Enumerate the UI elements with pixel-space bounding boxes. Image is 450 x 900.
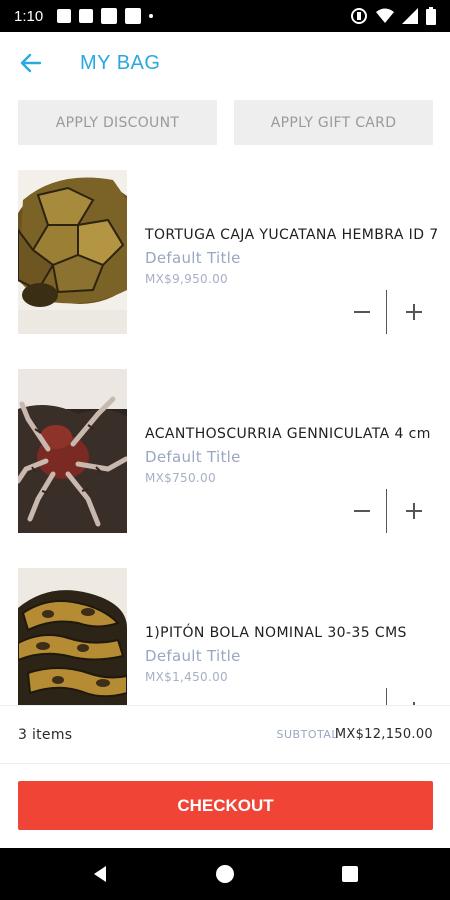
app-header: MY BAG	[0, 32, 450, 94]
nav-home-icon[interactable]	[213, 862, 237, 886]
cart-item: ACANTHOSCURRIA GENNICULATA 4 cm Default …	[0, 369, 450, 564]
apply-gift-card-button[interactable]: APPLY GIFT CARD	[234, 100, 433, 145]
minus-icon	[354, 311, 370, 313]
system-nav-bar	[0, 848, 450, 900]
plus-icon	[406, 304, 422, 320]
status-bar: 1:10	[0, 0, 450, 32]
app-notification-icon	[125, 8, 142, 24]
product-price: MX$9,950.00	[145, 272, 228, 286]
quantity-stepper	[345, 688, 433, 705]
image-notification-icon	[57, 9, 72, 23]
decrease-quantity-button[interactable]	[345, 489, 379, 533]
decrease-quantity-button[interactable]	[345, 688, 379, 705]
product-variant: Default Title	[145, 647, 241, 665]
product-name[interactable]: TORTUGA CAJA YUCATANA HEMBRA ID 7	[145, 227, 439, 243]
stepper-divider	[386, 290, 387, 334]
minus-icon	[354, 510, 370, 512]
product-image[interactable]	[18, 369, 127, 533]
product-name[interactable]: 1)PITÓN BOLA NOMINAL 30-35 CMS	[145, 625, 407, 641]
more-notifications-icon	[149, 14, 154, 18]
product-variant: Default Title	[145, 448, 241, 466]
back-arrow-icon[interactable]	[18, 50, 44, 76]
wifi-icon	[376, 8, 394, 23]
increase-quantity-button[interactable]	[397, 489, 431, 533]
cart-summary: 3 items SUBTOTAL MX$12,150.00	[0, 705, 450, 764]
stepper-divider	[386, 489, 387, 533]
product-variant: Default Title	[145, 249, 241, 267]
cart-item: TORTUGA CAJA YUCATANA HEMBRA ID 7 Defaul…	[0, 170, 450, 365]
subtotal-value: MX$12,150.00	[334, 727, 433, 742]
cart-item-list[interactable]: TORTUGA CAJA YUCATANA HEMBRA ID 7 Defaul…	[0, 150, 450, 705]
cart-item: 1)PITÓN BOLA NOMINAL 30-35 CMS Default T…	[0, 568, 450, 705]
product-image[interactable]	[18, 568, 127, 705]
quantity-stepper	[345, 290, 433, 334]
discount-actions: APPLY DISCOUNT APPLY GIFT CARD	[18, 100, 433, 145]
apply-discount-button[interactable]: APPLY DISCOUNT	[18, 100, 217, 145]
product-price: MX$750.00	[145, 471, 216, 485]
product-image[interactable]	[18, 170, 127, 334]
app-notification-icon	[101, 8, 118, 24]
battery-icon	[426, 7, 436, 25]
product-name[interactable]: ACANTHOSCURRIA GENNICULATA 4 cm	[145, 426, 431, 442]
decrease-quantity-button[interactable]	[345, 290, 379, 334]
item-count: 3 items	[18, 727, 73, 743]
checkout-button[interactable]: CHECKOUT	[18, 781, 433, 830]
signal-icon	[402, 8, 418, 24]
increase-quantity-button[interactable]	[397, 688, 431, 705]
vibrate-icon	[351, 8, 367, 24]
nav-back-icon[interactable]	[88, 862, 112, 886]
increase-quantity-button[interactable]	[397, 290, 431, 334]
stepper-divider	[386, 688, 387, 705]
quantity-stepper	[345, 489, 433, 533]
product-price: MX$1,450.00	[145, 670, 228, 684]
page-title: MY BAG	[80, 52, 161, 74]
plus-icon	[406, 503, 422, 519]
status-time: 1:10	[14, 7, 44, 25]
subtotal-label: SUBTOTAL	[276, 728, 338, 741]
nav-recents-icon[interactable]	[338, 862, 362, 886]
mail-notification-icon	[79, 9, 94, 23]
